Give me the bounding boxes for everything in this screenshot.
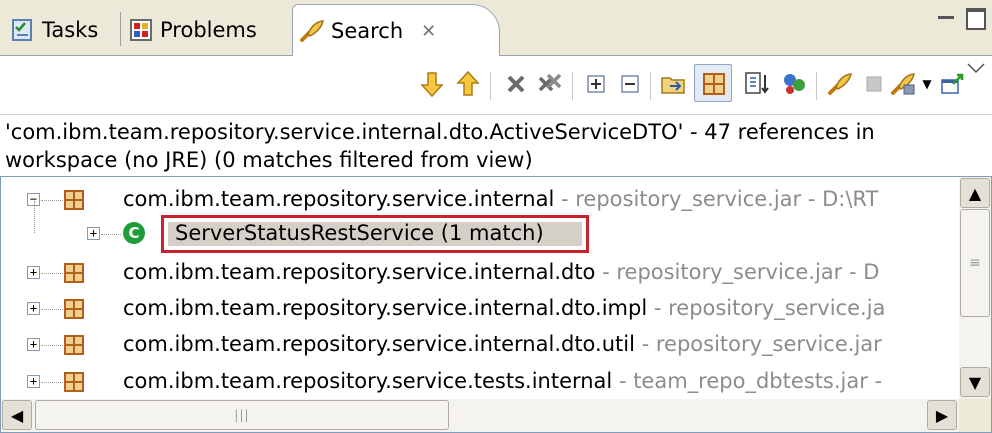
tree-connector	[41, 309, 63, 310]
tasks-icon	[12, 19, 32, 41]
cancel-search-icon[interactable]	[780, 70, 808, 98]
tree-connector	[41, 382, 63, 383]
package-detail: - repository_service.jar - D	[595, 260, 880, 284]
previous-match-icon[interactable]	[454, 70, 482, 98]
expand-icon[interactable]: +	[27, 338, 40, 351]
open-in-view-icon[interactable]	[938, 70, 966, 98]
tab-problems-label: Problems	[160, 18, 257, 42]
go-to-file-icon[interactable]	[660, 70, 688, 98]
scroll-down-button[interactable]: ▼	[960, 367, 990, 397]
search-icon	[300, 20, 324, 42]
package-name: com.ibm.team.repository.service.internal	[123, 187, 555, 211]
vertical-scrollbar[interactable]: ▲ ≡ ▼	[959, 177, 991, 399]
tab-search-label: Search	[331, 19, 404, 43]
toolbar-divider	[490, 72, 491, 100]
toolbar-divider	[650, 72, 651, 100]
tree-row[interactable]: − com.ibm.team.repository.service.intern…	[1, 181, 961, 219]
class-icon: C	[123, 222, 145, 244]
tree-connector	[101, 234, 121, 235]
package-icon	[64, 263, 84, 283]
search-result-label: 'com.ibm.team.repository.service.interna…	[0, 114, 992, 176]
package-name: com.ibm.team.repository.service.internal…	[123, 332, 635, 356]
package-icon	[64, 299, 84, 319]
remove-all-icon[interactable]	[536, 70, 564, 98]
tree-connector	[41, 200, 63, 201]
tab-divider	[120, 12, 121, 46]
package-detail: - repository_service.jar - D:\RT	[554, 187, 879, 211]
minimize-icon[interactable]	[938, 12, 954, 26]
toolbar-divider	[572, 72, 573, 100]
tree-item-label: com.ibm.team.repository.service.internal…	[123, 260, 879, 284]
package-icon	[64, 190, 84, 210]
tree-item-label: com.ibm.team.repository.service.internal…	[123, 187, 878, 211]
previous-searches-icon[interactable]	[826, 70, 854, 98]
tab-search[interactable]: Search ✕	[292, 4, 500, 57]
horizontal-scrollbar[interactable]: ◀ ||| ▶	[1, 399, 959, 432]
horizontal-scroll-thumb[interactable]: |||	[35, 400, 449, 430]
expand-icon[interactable]: +	[27, 266, 40, 279]
close-tab-icon[interactable]: ✕	[421, 21, 436, 42]
vertical-scroll-thumb[interactable]: ≡	[960, 209, 990, 317]
tree-row[interactable]: + com.ibm.team.repository.service.tests.…	[1, 363, 961, 401]
tab-tasks[interactable]: Tasks	[4, 4, 104, 56]
package-detail: - repository_service.jar	[634, 332, 882, 356]
view-tab-bar: Tasks Problems Search ✕	[0, 0, 992, 57]
tree-item-label: com.ibm.team.repository.service.internal…	[123, 332, 882, 356]
problems-icon	[130, 19, 152, 41]
tree-item-label: com.ibm.team.repository.service.tests.in…	[123, 369, 882, 393]
package-detail: - team_repo_dbtests.jar -	[612, 369, 883, 393]
show-as-list-icon[interactable]	[744, 70, 772, 98]
package-name: com.ibm.team.repository.service.internal…	[123, 260, 596, 284]
scrollbar-corner	[959, 399, 991, 432]
tree-row[interactable]: + com.ibm.team.repository.service.intern…	[1, 326, 961, 364]
search-label-line-2: workspace (no JRE) (0 matches filtered f…	[5, 148, 533, 172]
package-icon	[64, 335, 84, 355]
package-name: com.ibm.team.repository.service.internal…	[123, 296, 648, 320]
scroll-left-button[interactable]: ◀	[2, 400, 32, 430]
expand-all-icon[interactable]	[582, 70, 610, 98]
dropdown-icon[interactable]: ▼	[920, 70, 934, 98]
tree-row[interactable]: + com.ibm.team.repository.service.intern…	[1, 290, 961, 328]
tree-connector	[34, 201, 35, 233]
tree-connector	[41, 345, 63, 346]
tree-item-label: com.ibm.team.repository.service.internal…	[123, 296, 885, 320]
package-name: com.ibm.team.repository.service.tests.in…	[123, 369, 613, 393]
tree-row[interactable]: + com.ibm.team.repository.service.intern…	[1, 254, 961, 292]
expand-icon[interactable]: +	[27, 302, 40, 315]
stop-icon[interactable]	[860, 70, 888, 98]
tree-row-selected[interactable]: + C ServerStatusRestService (1 match)	[1, 201, 961, 253]
expand-icon[interactable]: +	[87, 227, 100, 240]
search-results-tree: − com.ibm.team.repository.service.intern…	[0, 176, 992, 433]
scroll-up-button[interactable]: ▲	[960, 178, 990, 208]
view-menu-icon[interactable]	[966, 56, 986, 74]
tree-connector	[41, 273, 63, 274]
package-icon	[64, 372, 84, 392]
remove-selected-icon[interactable]	[502, 70, 530, 98]
maximize-icon[interactable]	[966, 8, 986, 30]
search-label-line-1: 'com.ibm.team.repository.service.interna…	[5, 120, 875, 144]
tab-problems[interactable]: Problems	[122, 4, 263, 56]
tab-tasks-label: Tasks	[42, 18, 99, 42]
pin-icon[interactable]	[890, 70, 918, 98]
package-detail: - repository_service.ja	[647, 296, 886, 320]
next-match-icon[interactable]	[418, 70, 446, 98]
expand-icon[interactable]: +	[27, 375, 40, 388]
scroll-right-button[interactable]: ▶	[927, 400, 957, 430]
collapse-all-icon[interactable]	[616, 70, 644, 98]
class-name: ServerStatusRestService (1 match)	[175, 221, 544, 245]
